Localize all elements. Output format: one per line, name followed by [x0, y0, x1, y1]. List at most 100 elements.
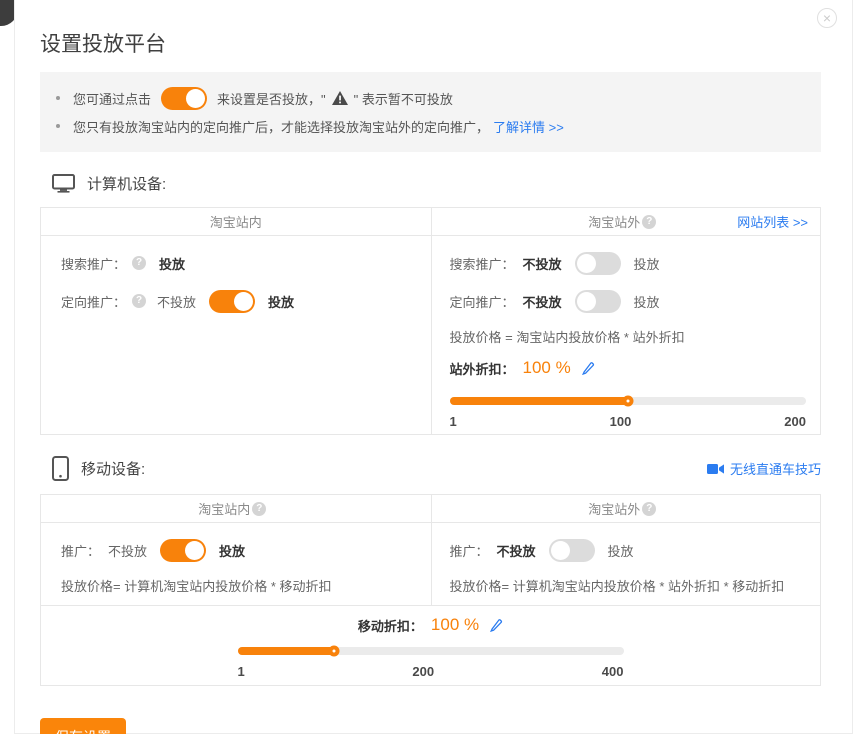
off-label: 不投放 [157, 292, 196, 311]
edit-pencil-icon[interactable] [581, 361, 595, 375]
computer-section-title: 计算机设备: [87, 173, 166, 194]
video-camera-icon [707, 463, 724, 475]
slider-fill [238, 647, 335, 655]
mobile-onsite-header: 淘宝站内 ? [41, 495, 431, 522]
computer-icon [52, 174, 75, 193]
notice-text: 您可通过点击 [73, 89, 151, 108]
offsite-price-formula: 投放价格 = 淘宝站内投放价格 * 站外折扣 [450, 325, 807, 351]
header-label: 淘宝站外 [588, 212, 640, 231]
slider-mid-label: 200 [412, 664, 434, 679]
notice-text: " 表示暂不可投放 [354, 89, 453, 108]
save-settings-button[interactable]: 保存设置 [40, 718, 126, 734]
computer-onsite-targeted-toggle[interactable] [209, 290, 255, 313]
off-label: 不投放 [497, 541, 536, 560]
discount-label: 移动折扣： [358, 616, 423, 635]
notice-line-2: 您只有投放淘宝站内的定向推广后，才能选择投放淘宝站外的定向推广， 了解详情 >> [52, 113, 805, 139]
mobile-table-body: 推广： 不投放 投放 投放价格= 计算机淘宝站内投放价格 * 移动折扣 推广： … [41, 523, 820, 605]
mobile-table-header: 淘宝站内 ? 淘宝站外 ? [41, 495, 820, 523]
placement-settings-dialog: × 设置投放平台 您可通过点击 来设置是否投放，" " 表示暂不可投放 您只有投… [14, 0, 853, 734]
slider-min-label: 1 [238, 664, 245, 679]
computer-section-header: 计算机设备: [40, 173, 821, 194]
slider-max-label: 200 [784, 414, 806, 429]
on-label: 投放 [634, 254, 660, 273]
mobile-onsite-cell: 推广： 不投放 投放 投放价格= 计算机淘宝站内投放价格 * 移动折扣 [41, 523, 431, 605]
computer-table-body: 搜索推广： ? 投放 定向推广： ? 不投放 投放 搜索推广： [41, 236, 820, 434]
dialog-title: 设置投放平台 [40, 28, 821, 58]
computer-table: 淘宝站内 淘宝站外 ? 网站列表 >> 搜索推广： ? 投放 定向推广： [40, 207, 821, 435]
wireless-tips-link[interactable]: 无线直通车技巧 [730, 459, 821, 478]
notice-text: 来设置是否投放，" [217, 89, 326, 108]
example-toggle [161, 87, 207, 110]
off-label: 不投放 [108, 541, 147, 560]
computer-offsite-targeted-row: 定向推广： 不投放 投放 [450, 287, 807, 315]
mobile-discount-row: 移动折扣： 100 % 1 200 400 [41, 605, 820, 685]
mobile-table: 淘宝站内 ? 淘宝站外 ? 推广： 不投放 投放 投放价格= 计算机淘宝站内投 [40, 494, 821, 686]
computer-onsite-search-row: 搜索推广： ? 投放 [61, 249, 417, 277]
mobile-offsite-promo-toggle[interactable] [549, 539, 595, 562]
computer-offsite-targeted-toggle[interactable] [575, 290, 621, 313]
on-label: 投放 [268, 292, 294, 311]
help-icon[interactable]: ? [132, 256, 146, 270]
mobile-section-title: 移动设备: [81, 458, 145, 479]
mobile-discount-value: 100 % [431, 615, 479, 635]
computer-offsite-search-row: 搜索推广： 不投放 投放 [450, 249, 807, 277]
header-label: 淘宝站内 [198, 499, 250, 518]
help-icon[interactable]: ? [642, 215, 656, 229]
computer-onsite-cell: 搜索推广： ? 投放 定向推广： ? 不投放 投放 [41, 236, 431, 434]
learn-more-link[interactable]: 了解详情 >> [493, 117, 564, 136]
mobile-offsite-header: 淘宝站外 ? [431, 495, 821, 522]
warning-triangle-icon [332, 91, 348, 108]
toggle-knob [185, 541, 204, 560]
mobile-slider-labels: 1 200 400 [238, 664, 624, 679]
row-label: 定向推广： [61, 292, 126, 311]
offsite-slider-labels: 1 100 200 [450, 414, 807, 429]
offsite-discount-row: 站外折扣： 100 % [450, 353, 807, 383]
off-label: 不投放 [523, 292, 562, 311]
off-label: 不投放 [523, 254, 562, 273]
slider-handle[interactable] [622, 396, 633, 407]
mobile-onsite-promo-row: 推广： 不投放 投放 [61, 536, 417, 564]
help-icon[interactable]: ? [132, 294, 146, 308]
page: × 设置投放平台 您可通过点击 来设置是否投放，" " 表示暂不可投放 您只有投… [0, 0, 861, 734]
mobile-discount-head: 移动折扣： 100 % [41, 611, 820, 639]
header-label: 淘宝站内 [210, 212, 262, 231]
mobile-slider-wrap: 1 200 400 [238, 647, 624, 679]
header-label: 淘宝站外 [588, 499, 640, 518]
slider-max-label: 400 [602, 664, 624, 679]
search-status-value: 投放 [159, 254, 185, 273]
mobile-section-header: 移动设备: 无线直通车技巧 [40, 456, 821, 481]
mobile-phone-icon [52, 456, 69, 481]
slider-handle[interactable] [329, 646, 340, 657]
on-label: 投放 [608, 541, 634, 560]
notice-line-1: 您可通过点击 来设置是否投放，" " 表示暂不可投放 [52, 85, 805, 111]
discount-label: 站外折扣： [450, 359, 515, 378]
row-label: 定向推广： [450, 292, 515, 311]
mobile-discount-slider[interactable] [238, 647, 624, 655]
toggle-knob [234, 292, 253, 311]
row-label: 搜索推广： [61, 254, 126, 273]
row-label: 推广： [61, 541, 100, 560]
row-label: 搜索推广： [450, 254, 515, 273]
help-icon[interactable]: ? [642, 502, 656, 516]
close-icon: × [823, 10, 831, 26]
computer-offsite-search-toggle[interactable] [575, 252, 621, 275]
mobile-offsite-price-formula: 投放价格= 计算机淘宝站内投放价格 * 站外折扣 * 移动折扣 [450, 574, 807, 600]
mobile-onsite-promo-toggle[interactable] [160, 539, 206, 562]
computer-offsite-header: 淘宝站外 ? 网站列表 >> [431, 208, 821, 235]
on-label: 投放 [634, 292, 660, 311]
toggle-knob [551, 541, 570, 560]
notice-text: 您只有投放淘宝站内的定向推广后，才能选择投放淘宝站外的定向推广， [73, 117, 489, 136]
on-label: 投放 [219, 541, 245, 560]
close-button[interactable]: × [817, 8, 837, 28]
slider-min-label: 1 [450, 414, 457, 429]
toggle-knob [186, 89, 205, 108]
edit-pencil-icon[interactable] [489, 618, 503, 632]
slider-fill [450, 397, 628, 405]
computer-offsite-cell: 搜索推广： 不投放 投放 定向推广： 不投放 投放 投放价格 = 淘宝站内投放价… [431, 236, 821, 434]
site-list-link[interactable]: 网站列表 >> [737, 212, 808, 231]
computer-onsite-header: 淘宝站内 [41, 208, 431, 235]
offsite-discount-slider[interactable] [450, 397, 807, 405]
help-icon[interactable]: ? [252, 502, 266, 516]
slider-mid-label: 100 [610, 414, 632, 429]
mobile-onsite-price-formula: 投放价格= 计算机淘宝站内投放价格 * 移动折扣 [61, 574, 417, 600]
